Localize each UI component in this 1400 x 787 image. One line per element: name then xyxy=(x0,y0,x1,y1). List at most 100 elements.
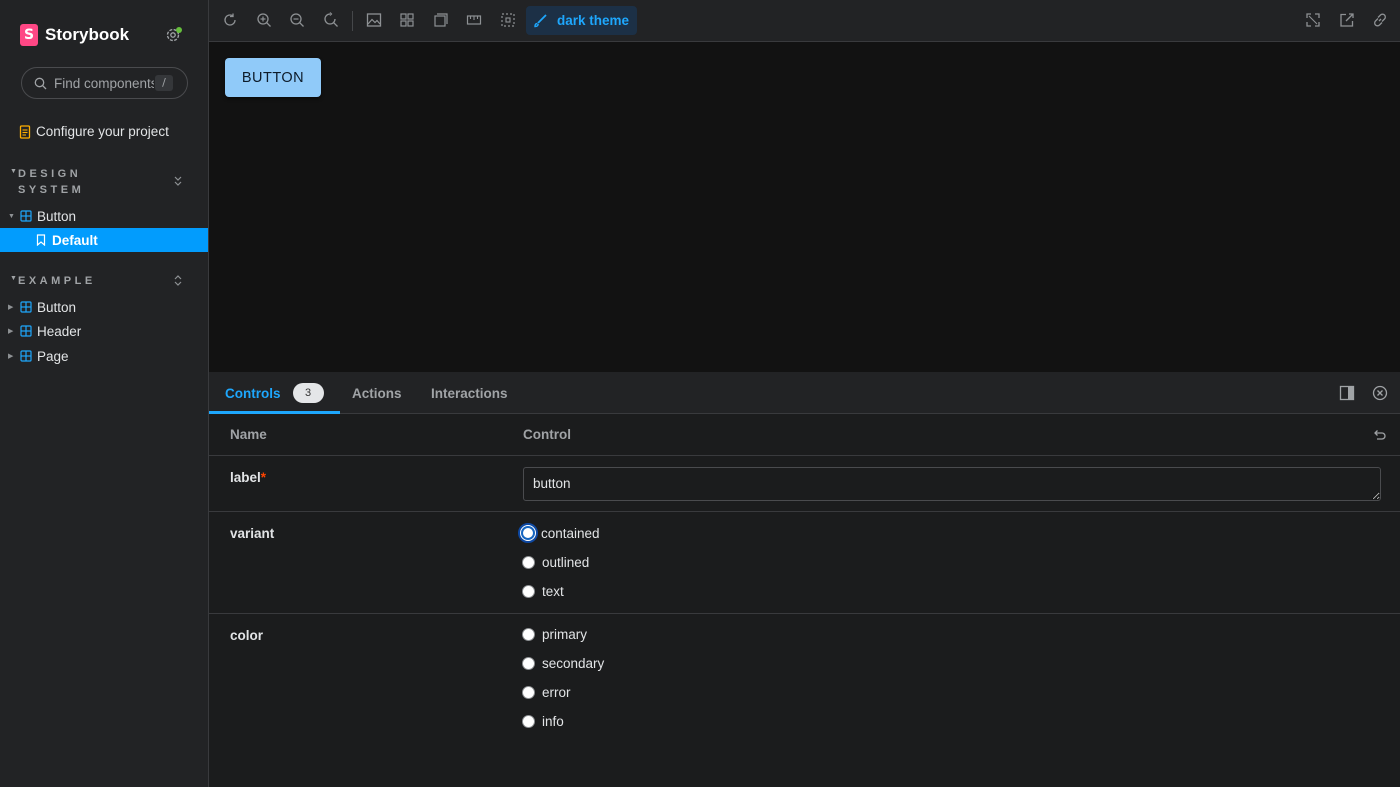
component-icon xyxy=(20,210,32,222)
brand-name: Storybook xyxy=(45,25,130,44)
reload-icon[interactable] xyxy=(222,12,238,28)
caret-right-icon: ▶ xyxy=(8,304,14,311)
close-panel-icon[interactable] xyxy=(1372,385,1388,401)
radio-label: info xyxy=(542,713,564,729)
control-name-label: label xyxy=(230,470,261,485)
update-status-dot xyxy=(176,27,182,33)
label-text-input[interactable]: button xyxy=(523,467,1381,501)
radio-button[interactable] xyxy=(522,584,535,598)
brush-icon xyxy=(534,14,547,28)
radio-label: text xyxy=(542,583,564,599)
radio-option-info[interactable]: info xyxy=(522,711,564,731)
zoom-reset-icon[interactable] xyxy=(323,12,339,28)
viewport-icon[interactable] xyxy=(433,12,449,28)
open-new-tab-icon[interactable] xyxy=(1339,12,1355,28)
sidebar-item-label: Button xyxy=(37,299,77,315)
toolbar-divider xyxy=(352,11,353,31)
radio-label: error xyxy=(542,684,571,700)
radio-button[interactable] xyxy=(522,627,535,641)
sidebar-item-default-story[interactable]: Default xyxy=(0,228,208,252)
settings-button[interactable] xyxy=(164,26,182,44)
component-icon xyxy=(20,350,32,362)
sidebar-item-example-page[interactable]: ▶ Page xyxy=(0,344,208,368)
brand[interactable]: S Storybook xyxy=(20,24,129,46)
storybook-app: S Storybook / Configur xyxy=(0,0,1400,787)
required-mark: * xyxy=(260,470,267,485)
radio-label: outlined xyxy=(542,554,590,570)
column-header-name: Name xyxy=(230,427,267,442)
component-icon xyxy=(20,301,32,313)
sidebar-item-design-system-button[interactable]: ▼ Button xyxy=(0,204,208,228)
panel-orientation-icon[interactable] xyxy=(1339,385,1355,401)
collapse-all-icon[interactable] xyxy=(171,174,185,188)
radio-label: secondary xyxy=(542,655,605,671)
sidebar: S Storybook / Configur xyxy=(0,0,209,787)
reset-controls-icon[interactable] xyxy=(1371,427,1387,443)
outline-icon[interactable] xyxy=(500,12,516,28)
tab-label: Actions xyxy=(352,385,402,401)
radio-button[interactable] xyxy=(522,685,535,699)
document-icon xyxy=(19,124,31,139)
radio-option-outlined[interactable]: outlined xyxy=(522,552,589,572)
controls-count-badge: 3 xyxy=(292,383,324,403)
sidebar-item-example-header[interactable]: ▶ Header xyxy=(0,319,208,343)
control-row-variant: variant contained outlined text xyxy=(209,512,1400,614)
control-row-color: color primary secondary error info xyxy=(209,614,1400,754)
grid-icon[interactable] xyxy=(399,12,415,28)
search-field[interactable]: / xyxy=(21,67,188,99)
group-header-design-system[interactable]: ▼ DESIGN SYSTEM xyxy=(10,166,118,198)
radio-option-error[interactable]: error xyxy=(522,682,571,702)
search-icon xyxy=(34,77,47,89)
radio-label: contained xyxy=(541,525,600,541)
radio-button[interactable] xyxy=(522,714,535,728)
zoom-in-icon[interactable] xyxy=(256,12,272,28)
tab-interactions[interactable]: Interactions xyxy=(431,372,508,414)
radio-button[interactable] xyxy=(522,656,535,670)
caret-down-icon: ▼ xyxy=(10,275,17,282)
configure-project-label: Configure your project xyxy=(36,124,169,139)
control-row-label: label* button xyxy=(209,456,1400,512)
radio-option-primary[interactable]: primary xyxy=(522,624,587,644)
radio-label: primary xyxy=(542,626,588,642)
tab-controls[interactable]: Controls 3 xyxy=(209,372,340,414)
expand-all-icon[interactable] xyxy=(171,273,185,287)
radio-option-secondary[interactable]: secondary xyxy=(522,653,604,673)
group-title: DESIGN SYSTEM xyxy=(18,168,85,196)
measure-icon[interactable] xyxy=(466,12,482,28)
fullscreen-icon[interactable] xyxy=(1305,12,1321,28)
sidebar-item-label: Header xyxy=(37,323,82,339)
sidebar-item-label: Button xyxy=(37,208,77,224)
bookmark-icon xyxy=(36,234,46,246)
copy-link-icon[interactable] xyxy=(1372,12,1388,28)
preview-button[interactable]: BUTTON xyxy=(225,58,321,97)
caret-right-icon: ▶ xyxy=(8,328,14,335)
radio-button[interactable] xyxy=(522,555,535,569)
group-header-example[interactable]: ▼ EXAMPLE xyxy=(10,273,118,289)
control-name: color xyxy=(230,628,264,643)
column-header-control: Control xyxy=(523,427,571,442)
sidebar-item-label: Page xyxy=(37,348,69,364)
configure-project-link[interactable]: Configure your project xyxy=(19,124,169,139)
search-input[interactable] xyxy=(54,75,154,91)
radio-button[interactable] xyxy=(518,523,538,543)
tab-label: Controls xyxy=(225,385,281,401)
theme-toggle-button[interactable]: dark theme xyxy=(526,6,637,35)
tab-label: Interactions xyxy=(431,385,508,401)
component-icon xyxy=(20,325,32,337)
theme-label: dark theme xyxy=(557,13,630,28)
caret-down-icon: ▼ xyxy=(8,212,15,220)
tab-actions[interactable]: Actions xyxy=(352,372,402,414)
background-image-icon[interactable] xyxy=(366,12,382,28)
radio-option-contained[interactable]: contained xyxy=(518,523,600,543)
radio-option-text[interactable]: text xyxy=(522,581,564,601)
sidebar-item-example-button[interactable]: ▶ Button xyxy=(0,295,208,319)
controls-table-header: Name Control xyxy=(209,414,1400,456)
group-title: EXAMPLE xyxy=(18,275,96,287)
zoom-out-icon[interactable] xyxy=(289,12,305,28)
caret-right-icon: ▶ xyxy=(8,353,14,360)
story-preview-canvas: BUTTON xyxy=(209,42,1400,372)
panel-tabs: Controls 3 Actions Interactions xyxy=(209,372,1400,414)
sidebar-item-label: Default xyxy=(52,232,98,248)
storybook-logo-icon: S xyxy=(20,24,38,46)
toolbar: dark theme xyxy=(209,0,1400,42)
